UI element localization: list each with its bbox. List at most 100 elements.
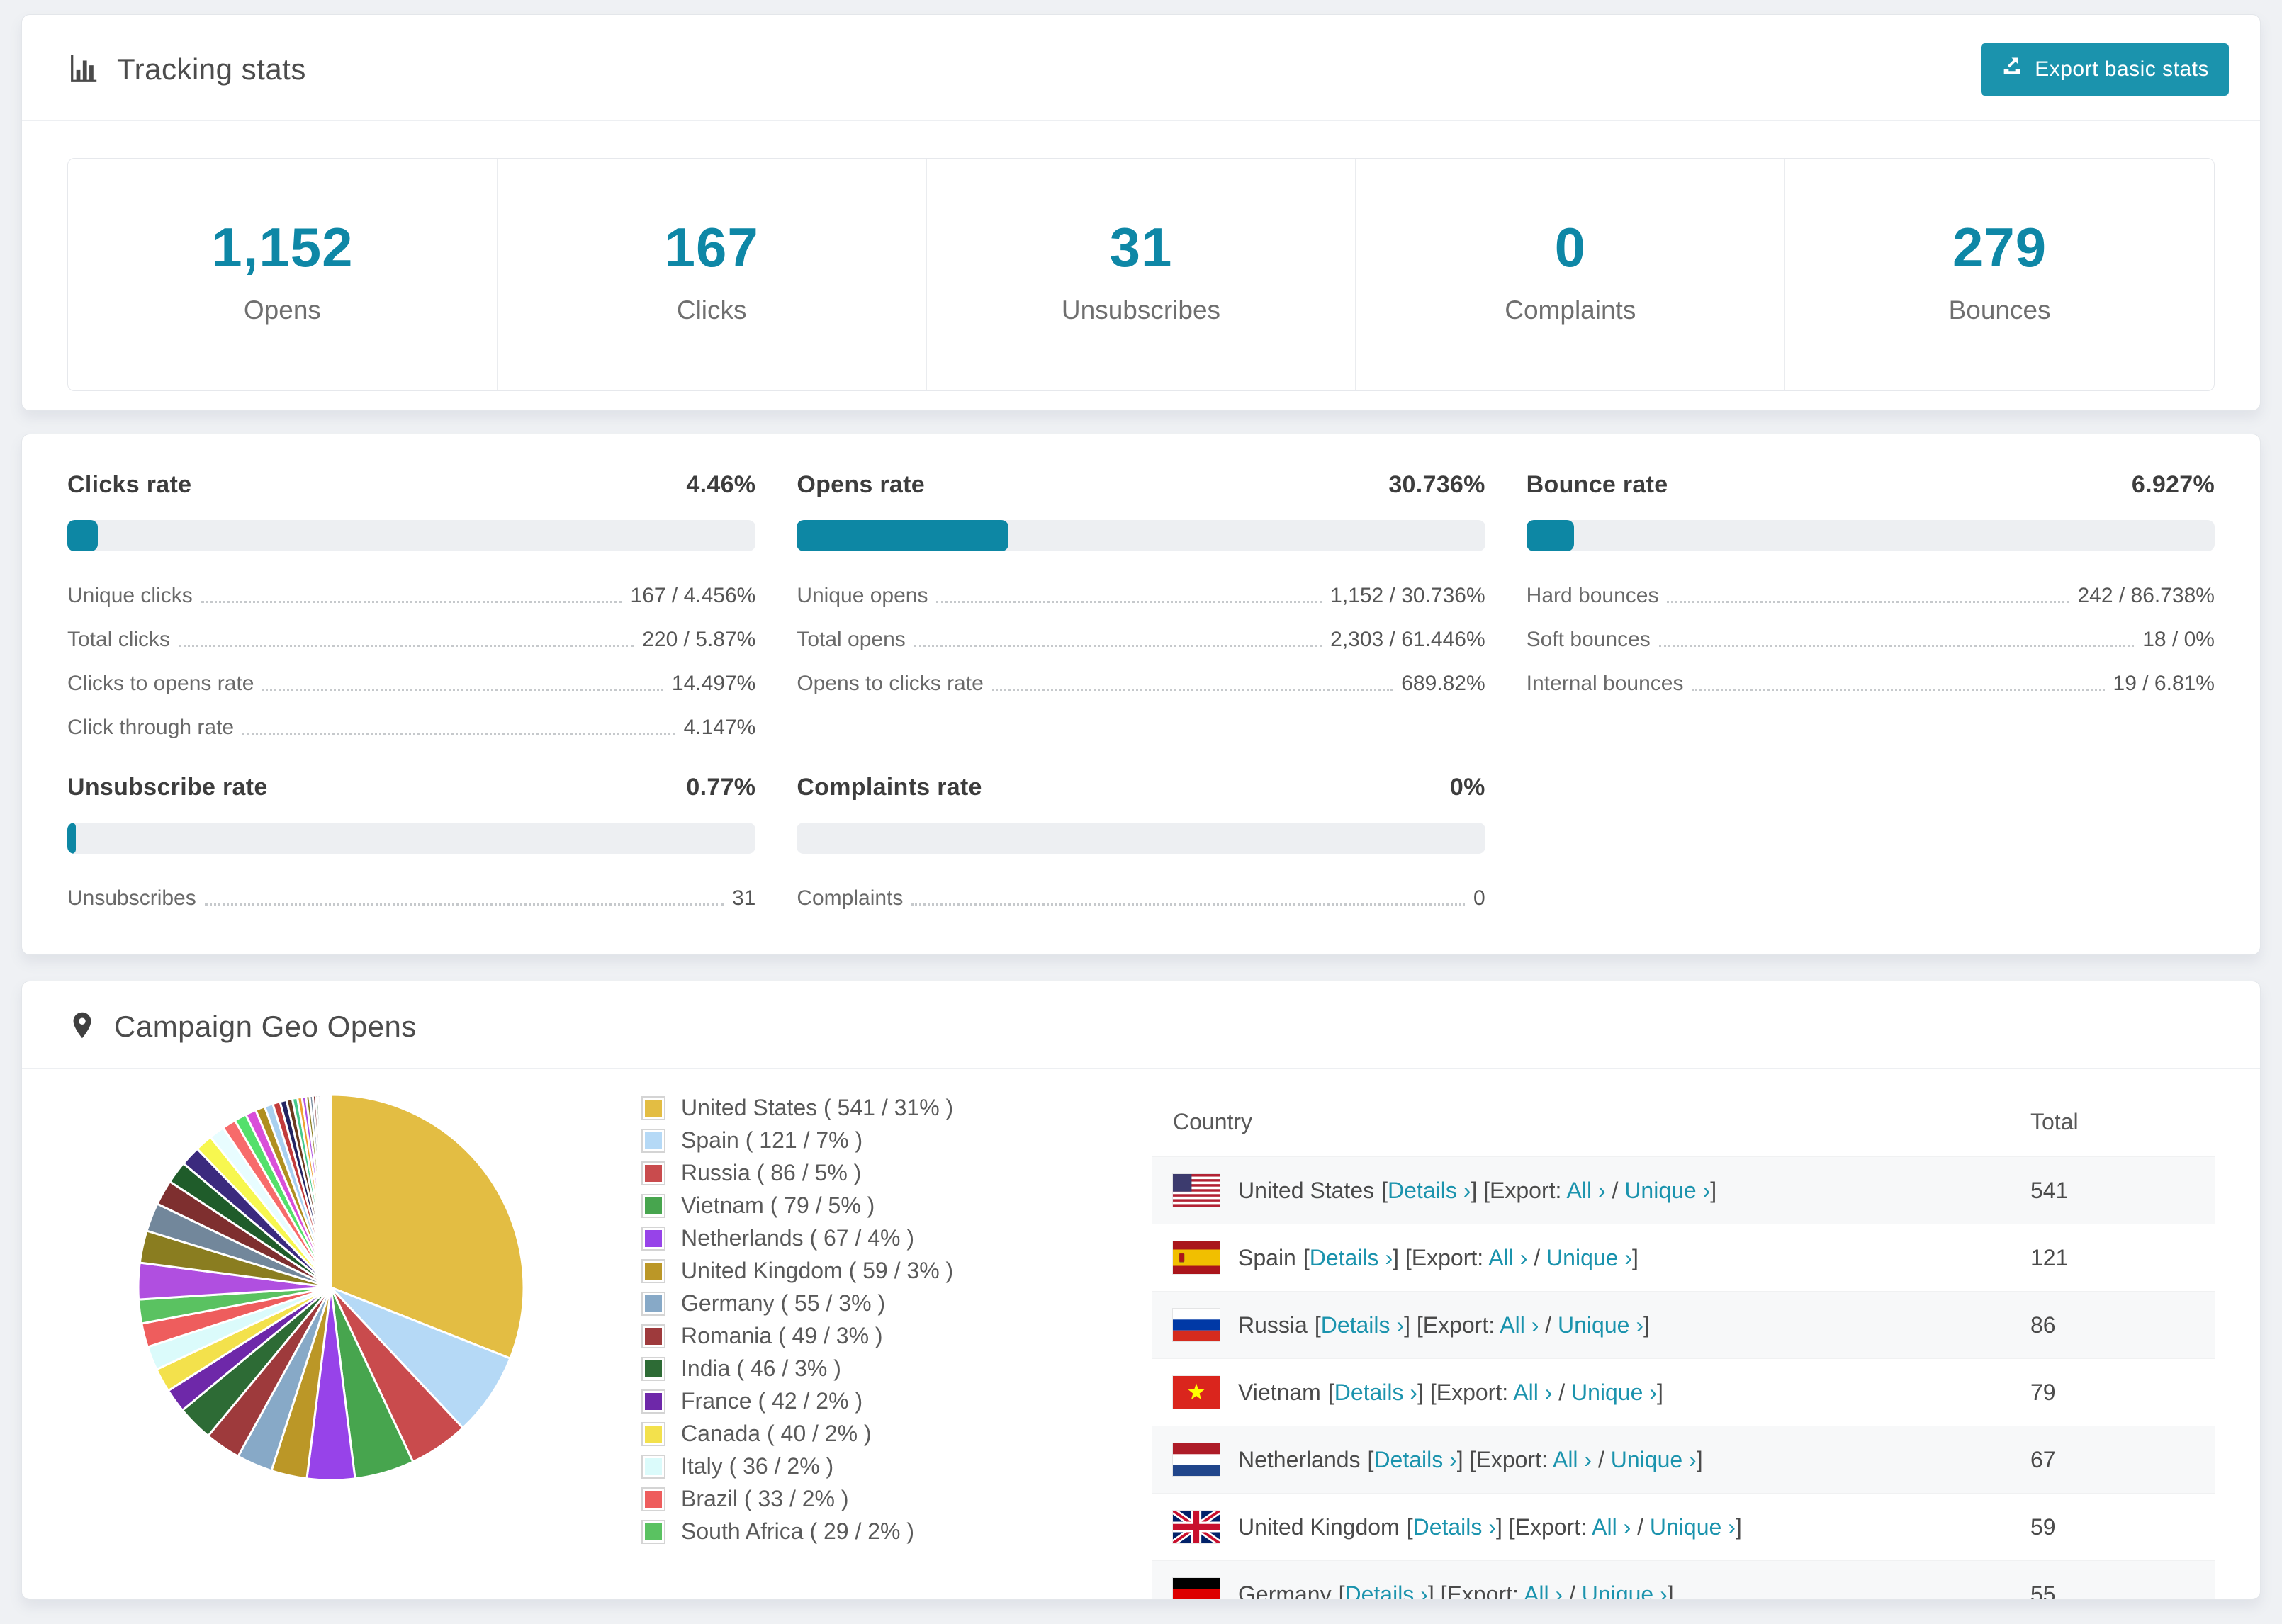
bracket: ] (1404, 1312, 1417, 1338)
export-all-link[interactable]: All › (1513, 1380, 1552, 1405)
export-all-link[interactable]: All › (1553, 1447, 1592, 1472)
rate-row: Opens to clicks rate 689.82% (797, 672, 1485, 696)
legend-label: United Kingdom ( 59 / 3% ) (681, 1258, 954, 1283)
legend-label: India ( 46 / 3% ) (681, 1355, 841, 1381)
rate-row-value: 242 / 86.738% (2077, 584, 2215, 607)
rate-title: Unsubscribe rate (67, 774, 268, 801)
details-link[interactable]: Details › (1334, 1380, 1417, 1405)
rate-row-value: 14.497% (671, 672, 756, 695)
pie-slice[interactable] (329, 1093, 332, 1289)
legend-item[interactable]: Russia ( 86 / 5% ) (641, 1160, 1130, 1186)
export-unique-link[interactable]: Unique › (1650, 1514, 1736, 1540)
details-link[interactable]: Details › (1388, 1178, 1471, 1203)
legend-item[interactable]: France ( 42 / 2% ) (641, 1388, 1130, 1414)
export-unique-link[interactable]: Unique › (1571, 1380, 1657, 1405)
export-unique-link[interactable]: Unique › (1546, 1245, 1632, 1270)
details-link[interactable]: Details › (1310, 1245, 1393, 1270)
column-header-total: Total (2030, 1109, 2079, 1134)
export-basic-stats-button[interactable]: Export basic stats (1981, 43, 2229, 96)
rate-row-label: Unsubscribes (67, 886, 196, 910)
legend-label: United States ( 541 / 31% ) (681, 1095, 954, 1120)
rate-row: Soft bounces 18 / 0% (1527, 628, 2215, 652)
total-value: 55 (2030, 1581, 2056, 1600)
legend-label: South Africa ( 29 / 2% ) (681, 1518, 915, 1544)
rate-row-value: 19 / 6.81% (2113, 672, 2215, 695)
total-value: 86 (2030, 1312, 2056, 1338)
legend-item[interactable]: Brazil ( 33 / 2% ) (641, 1486, 1130, 1512)
rate-row: Total clicks 220 / 5.87% (67, 628, 755, 652)
rate-row-label: Soft bounces (1526, 628, 1651, 651)
rate-title: Bounce rate (1526, 471, 1668, 498)
legend-item[interactable]: United Kingdom ( 59 / 3% ) (641, 1258, 1130, 1284)
bracket: ] (1427, 1581, 1441, 1600)
legend-item[interactable]: Vietnam ( 79 / 5% ) (641, 1192, 1130, 1219)
export-all-link[interactable]: All › (1592, 1514, 1631, 1540)
legend-item[interactable]: Italy ( 36 / 2% ) (641, 1453, 1130, 1479)
legend-item[interactable]: Romania ( 49 / 3% ) (641, 1323, 1130, 1349)
rate-row-value: 220 / 5.87% (642, 628, 756, 651)
legend-item[interactable]: Canada ( 40 / 2% ) (641, 1421, 1130, 1447)
table-row: Vietnam [Details ›] [Export: All › / Uni… (1152, 1358, 2215, 1426)
progress-track (797, 823, 1485, 854)
table-row: Russia [Details ›] [Export: All › / Uniq… (1152, 1291, 2215, 1358)
details-link[interactable]: Details › (1321, 1312, 1404, 1338)
export-all-link[interactable]: All › (1500, 1312, 1539, 1338)
rate-row-label: Total opens (797, 628, 906, 651)
details-link[interactable]: Details › (1373, 1447, 1456, 1472)
export-unique-link[interactable]: Unique › (1611, 1447, 1697, 1472)
rate-row-dots (1692, 689, 2105, 691)
legend-label: Russia ( 86 / 5% ) (681, 1160, 862, 1185)
bracket: ] (1456, 1446, 1470, 1472)
progress-fill (797, 520, 1008, 551)
rate-title: Opens rate (797, 471, 925, 498)
legend-item[interactable]: India ( 46 / 3% ) (641, 1355, 1130, 1382)
legend-item[interactable]: United States ( 541 / 31% ) (641, 1095, 1130, 1121)
export-all-link[interactable]: All › (1524, 1581, 1563, 1600)
de-flag-icon (1173, 1578, 1220, 1599)
rate-value: 4.46% (686, 471, 756, 498)
rate-row-value: 167 / 4.456% (630, 584, 756, 607)
legend-item[interactable]: South Africa ( 29 / 2% ) (641, 1518, 1130, 1545)
total-value: 121 (2030, 1244, 2069, 1270)
stat-value: 167 (664, 216, 759, 278)
legend-label: Vietnam ( 79 / 5% ) (681, 1192, 875, 1218)
pie-chart (67, 1069, 641, 1599)
legend-label: Romania ( 49 / 3% ) (681, 1323, 883, 1348)
bracket: [ (1406, 1513, 1413, 1540)
rate-value: 0.77% (686, 774, 756, 801)
export-unique-link[interactable]: Unique › (1582, 1581, 1668, 1600)
legend-item[interactable]: Spain ( 121 / 7% ) (641, 1127, 1130, 1154)
legend-item[interactable]: Germany ( 55 / 3% ) (641, 1290, 1130, 1316)
details-link[interactable]: Details › (1413, 1514, 1496, 1540)
progress-track (1526, 520, 2215, 551)
column-header-country: Country (1173, 1109, 1253, 1134)
legend-swatch (641, 1095, 665, 1120)
legend-swatch (641, 1421, 665, 1446)
export-unique-link[interactable]: Unique › (1558, 1312, 1643, 1338)
rate-row-value: 0 (1473, 886, 1485, 910)
export-all-link[interactable]: All › (1488, 1245, 1527, 1270)
tracking-stats-card: Tracking stats Export basic stats 1,152 … (21, 14, 2261, 411)
gb-flag-icon (1173, 1511, 1220, 1543)
rate-title: Complaints rate (797, 774, 982, 801)
stat-label: Opens (243, 295, 321, 325)
rate-row-label: Opens to clicks rate (797, 672, 984, 695)
table-row: United Kingdom [Details ›] [Export: All … (1152, 1493, 2215, 1560)
export-label: [Export: (1429, 1379, 1514, 1405)
export-all-link[interactable]: All › (1567, 1178, 1606, 1203)
pie-legend: United States ( 541 / 31% ) Spain ( 121 … (641, 1069, 1130, 1599)
rate-row-dots (179, 645, 634, 647)
details-link[interactable]: Details › (1344, 1581, 1427, 1600)
rate-block: Complaints rate 0% Complaints 0 (797, 774, 1485, 910)
nl-flag-icon (1173, 1443, 1220, 1476)
rates-card: Clicks rate 4.46% Unique clicks 167 / 4.… (21, 434, 2261, 955)
geo-header: Campaign Geo Opens (22, 981, 2260, 1069)
export-unique-link[interactable]: Unique › (1624, 1178, 1710, 1203)
rate-row-label: Complaints (797, 886, 904, 910)
rate-block: Clicks rate 4.46% Unique clicks 167 / 4.… (67, 471, 756, 740)
vn-flag-icon (1173, 1376, 1220, 1409)
rate-row-value: 4.147% (683, 716, 756, 739)
legend-swatch (641, 1519, 665, 1544)
rate-value: 30.736% (1388, 471, 1485, 498)
legend-item[interactable]: Netherlands ( 67 / 4% ) (641, 1225, 1130, 1251)
